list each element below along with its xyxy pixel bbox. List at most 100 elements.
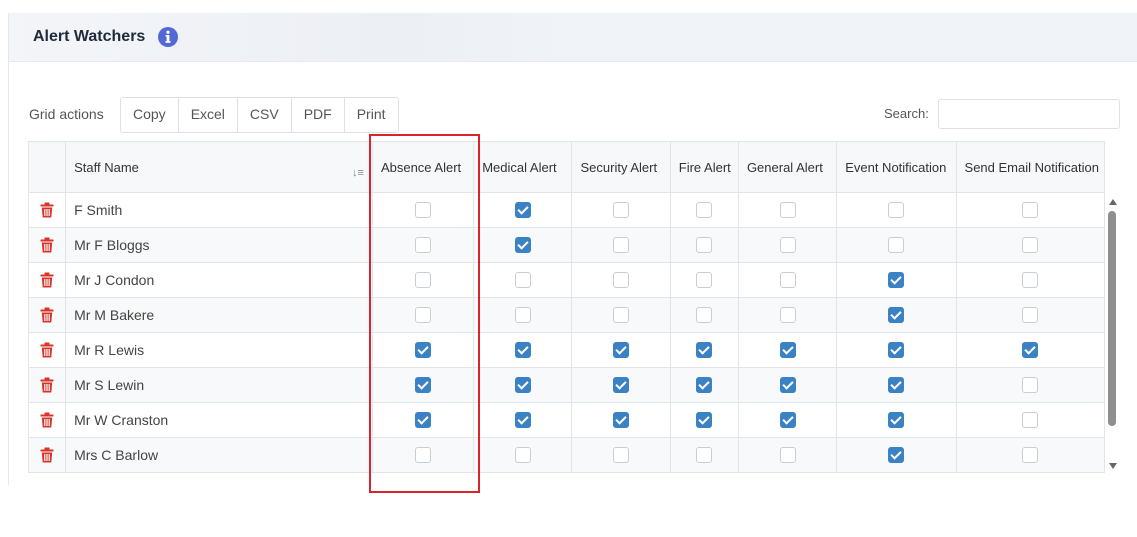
trash-icon[interactable] <box>40 377 54 393</box>
general-alert-checkbox[interactable] <box>779 272 796 289</box>
send-email-notification-checkbox[interactable] <box>1022 447 1039 464</box>
security-alert-checkbox[interactable] <box>613 237 630 254</box>
info-icon[interactable] <box>158 27 178 47</box>
medical-alert-checkbox[interactable] <box>514 237 531 254</box>
column-header-send-email-notification[interactable]: Send Email Notification <box>955 141 1106 193</box>
security-alert-cell <box>571 367 671 403</box>
send-email-notification-checkbox[interactable] <box>1022 342 1039 359</box>
column-header-fire-alert[interactable]: Fire Alert <box>669 141 739 193</box>
fire-alert-checkbox[interactable] <box>696 237 713 254</box>
column-header-actions <box>27 141 67 193</box>
trash-icon[interactable] <box>40 342 54 358</box>
general-alert-checkbox[interactable] <box>779 342 796 359</box>
security-alert-checkbox[interactable] <box>613 202 630 219</box>
event-notification-checkbox[interactable] <box>888 307 905 324</box>
delete-cell <box>27 227 67 263</box>
trash-icon[interactable] <box>40 272 54 288</box>
csv-button[interactable]: CSV <box>238 98 292 132</box>
grid-actions-label: Grid actions <box>29 106 104 122</box>
general-alert-cell <box>737 297 838 333</box>
security-alert-checkbox[interactable] <box>613 412 630 429</box>
scroll-up-arrow[interactable] <box>1109 199 1117 205</box>
general-alert-checkbox[interactable] <box>779 202 796 219</box>
general-alert-checkbox[interactable] <box>779 307 796 324</box>
send-email-notification-checkbox[interactable] <box>1022 377 1039 394</box>
delete-cell <box>27 402 67 438</box>
absence-alert-highlight <box>369 134 480 493</box>
fire-alert-checkbox[interactable] <box>696 272 713 289</box>
event-notification-checkbox[interactable] <box>888 272 905 289</box>
column-header-general-alert[interactable]: General Alert <box>737 141 838 193</box>
table-row: F Smith <box>27 192 1106 228</box>
medical-alert-checkbox[interactable] <box>514 342 531 359</box>
scrollbar[interactable] <box>1106 195 1118 473</box>
copy-button[interactable]: Copy <box>121 98 179 132</box>
security-alert-checkbox[interactable] <box>613 377 630 394</box>
send-email-notification-checkbox[interactable] <box>1022 272 1039 289</box>
general-alert-checkbox[interactable] <box>779 447 796 464</box>
fire-alert-checkbox[interactable] <box>696 412 713 429</box>
send-email-notification-cell <box>955 332 1106 368</box>
sort-icon[interactable]: ↓≡ <box>352 167 364 179</box>
security-alert-cell <box>571 262 671 298</box>
send-email-notification-cell <box>955 262 1106 298</box>
send-email-notification-checkbox[interactable] <box>1022 412 1039 429</box>
security-alert-checkbox[interactable] <box>613 307 630 324</box>
send-email-notification-checkbox[interactable] <box>1022 307 1039 324</box>
medical-alert-checkbox[interactable] <box>514 272 531 289</box>
fire-alert-checkbox[interactable] <box>696 307 713 324</box>
fire-alert-cell <box>669 227 739 263</box>
fire-alert-cell <box>669 402 739 438</box>
fire-alert-cell <box>669 297 739 333</box>
send-email-notification-checkbox[interactable] <box>1022 237 1039 254</box>
general-alert-checkbox[interactable] <box>779 412 796 429</box>
trash-icon[interactable] <box>40 237 54 253</box>
pdf-button[interactable]: PDF <box>292 98 345 132</box>
fire-alert-checkbox[interactable] <box>696 202 713 219</box>
scroll-down-arrow[interactable] <box>1109 463 1117 469</box>
event-notification-checkbox[interactable] <box>888 377 905 394</box>
column-header-event-notification[interactable]: Event Notification <box>836 141 957 193</box>
trash-icon[interactable] <box>40 307 54 323</box>
security-alert-cell <box>571 332 671 368</box>
fire-alert-cell <box>669 437 739 473</box>
medical-alert-checkbox[interactable] <box>514 202 531 219</box>
column-header-label: Staff Name <box>74 159 139 175</box>
trash-icon[interactable] <box>40 202 54 218</box>
medical-alert-checkbox[interactable] <box>514 307 531 324</box>
security-alert-checkbox[interactable] <box>613 342 630 359</box>
security-alert-checkbox[interactable] <box>613 272 630 289</box>
event-notification-checkbox[interactable] <box>888 447 905 464</box>
medical-alert-checkbox[interactable] <box>514 412 531 429</box>
scroll-thumb[interactable] <box>1108 211 1116 426</box>
medical-alert-checkbox[interactable] <box>514 447 531 464</box>
excel-button[interactable]: Excel <box>179 98 238 132</box>
delete-cell <box>27 437 67 473</box>
column-header-security-alert[interactable]: Security Alert <box>571 141 671 193</box>
general-alert-checkbox[interactable] <box>779 237 796 254</box>
medical-alert-checkbox[interactable] <box>514 377 531 394</box>
trash-icon[interactable] <box>40 447 54 463</box>
table-row: Mr J Condon <box>27 262 1106 298</box>
trash-icon[interactable] <box>40 412 54 428</box>
security-alert-checkbox[interactable] <box>613 447 630 464</box>
send-email-notification-checkbox[interactable] <box>1022 202 1039 219</box>
search-input[interactable] <box>938 99 1120 129</box>
fire-alert-checkbox[interactable] <box>696 447 713 464</box>
event-notification-checkbox[interactable] <box>888 412 905 429</box>
medical-alert-cell <box>473 227 573 263</box>
event-notification-cell <box>836 402 957 438</box>
general-alert-checkbox[interactable] <box>779 377 796 394</box>
medical-alert-cell <box>473 402 573 438</box>
fire-alert-checkbox[interactable] <box>696 377 713 394</box>
column-header-staff-name[interactable]: Staff Name ↓≡ <box>65 141 373 193</box>
medical-alert-cell <box>473 192 573 228</box>
event-notification-checkbox[interactable] <box>888 237 905 254</box>
table-row: Mr S Lewin <box>27 367 1106 403</box>
event-notification-checkbox[interactable] <box>888 342 905 359</box>
column-header-medical-alert[interactable]: Medical Alert <box>473 141 573 193</box>
security-alert-cell <box>571 192 671 228</box>
event-notification-checkbox[interactable] <box>888 202 905 219</box>
print-button[interactable]: Print <box>345 98 398 132</box>
fire-alert-checkbox[interactable] <box>696 342 713 359</box>
